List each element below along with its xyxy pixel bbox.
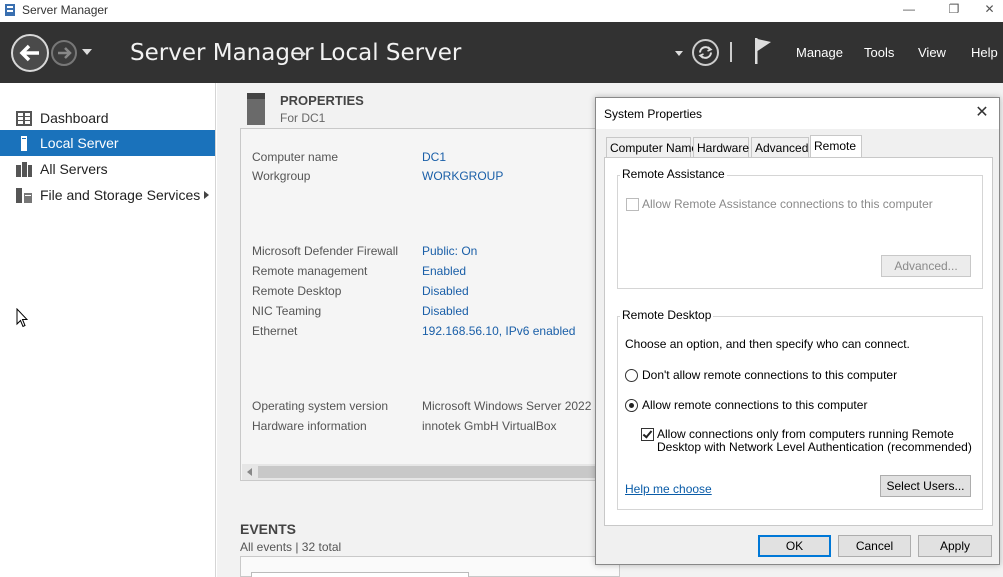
- server-manager-app-icon: [5, 4, 15, 16]
- sidebar-item-label: File and Storage Services: [40, 187, 201, 203]
- properties-panel: Computer name DC1 Workgroup WORKGROUP Mi…: [240, 128, 620, 481]
- sidebar-item-dashboard[interactable]: Dashboard: [0, 105, 215, 131]
- prop-value-remote-desktop[interactable]: Disabled: [422, 284, 469, 298]
- help-me-choose-link[interactable]: Help me choose: [625, 482, 712, 496]
- window-title: Server Manager: [22, 3, 109, 17]
- events-filter-input[interactable]: [251, 572, 469, 577]
- window-titlebar: Server Manager — ❐ ✕: [0, 0, 1003, 22]
- sidebar-item-local-server[interactable]: Local Server: [0, 130, 215, 156]
- sidebar-item-file-storage[interactable]: File and Storage Services: [0, 182, 215, 208]
- dialog-titlebar: System Properties ✕: [596, 98, 999, 129]
- refresh-button[interactable]: [692, 39, 719, 66]
- back-arrow-icon: [19, 44, 39, 62]
- scrollbar-thumb[interactable]: [258, 466, 598, 478]
- breadcrumb-app[interactable]: Server Manager: [130, 40, 314, 66]
- storage-icon: [16, 188, 32, 203]
- advanced-button[interactable]: Advanced...: [881, 255, 971, 277]
- breadcrumb-page: Local Server: [319, 40, 462, 66]
- properties-title: PROPERTIES: [280, 93, 364, 108]
- chevron-right-icon[interactable]: [204, 191, 209, 199]
- select-users-button[interactable]: Select Users...: [880, 475, 971, 497]
- sidebar-item-label: Local Server: [40, 135, 119, 151]
- restore-button[interactable]: ❐: [931, 0, 977, 20]
- horizontal-scrollbar[interactable]: [242, 464, 620, 480]
- events-subtitle: All events | 32 total: [240, 540, 342, 554]
- dashboard-icon: [16, 111, 32, 126]
- prop-value-computer-name[interactable]: DC1: [422, 150, 446, 164]
- apply-button[interactable]: Apply: [918, 535, 992, 557]
- header-dropdown-icon[interactable]: [675, 51, 683, 56]
- events-title: EVENTS: [240, 521, 297, 537]
- prop-label-nic-teaming: NIC Teaming: [252, 304, 322, 318]
- scroll-left-icon[interactable]: [247, 468, 252, 476]
- nla-checkbox[interactable]: [641, 428, 654, 441]
- tab-hardware[interactable]: Hardware: [693, 137, 749, 157]
- properties-server-icon: [247, 93, 265, 125]
- prop-label-ethernet: Ethernet: [252, 324, 298, 338]
- cancel-button[interactable]: Cancel: [838, 535, 911, 557]
- remote-assistance-title: Remote Assistance: [620, 167, 727, 181]
- radio-dont-allow[interactable]: [625, 369, 638, 382]
- ok-button[interactable]: OK: [758, 535, 831, 557]
- menu-view[interactable]: View: [918, 45, 946, 60]
- remote-desktop-instruction: Choose an option, and then specify who c…: [625, 337, 910, 351]
- breadcrumb-separator-icon: [301, 50, 306, 58]
- prop-value-os-version: Microsoft Windows Server 2022 S: [422, 399, 603, 413]
- nla-checkbox-label-line1[interactable]: Allow connections only from computers ru…: [657, 427, 954, 441]
- minimize-button[interactable]: —: [886, 0, 932, 20]
- sidebar-item-label: Dashboard: [40, 110, 109, 126]
- header-divider: [730, 42, 732, 62]
- sidebar: Dashboard Local Server All Servers File …: [0, 83, 216, 577]
- properties-subtitle: For DC1: [280, 111, 326, 125]
- radio-allow[interactable]: [625, 399, 638, 412]
- prop-value-nic-teaming[interactable]: Disabled: [422, 304, 469, 318]
- back-button[interactable]: [11, 34, 49, 72]
- window-close-button[interactable]: ✕: [976, 0, 1003, 20]
- server-icon: [21, 136, 27, 151]
- prop-label-os-version: Operating system version: [252, 399, 389, 413]
- prop-value-remote-management[interactable]: Enabled: [422, 264, 466, 278]
- tab-computer-name[interactable]: Computer Name: [606, 137, 698, 157]
- prop-value-firewall[interactable]: Public: On: [422, 244, 477, 258]
- tab-remote[interactable]: Remote: [810, 135, 862, 158]
- events-panel: [240, 556, 620, 577]
- history-dropdown-icon[interactable]: [82, 49, 92, 55]
- notifications-flag-icon[interactable]: [752, 37, 774, 65]
- prop-value-hardware: innotek GmbH VirtualBox: [422, 419, 557, 433]
- menu-help[interactable]: Help: [971, 45, 998, 60]
- prop-label-remote-desktop: Remote Desktop: [252, 284, 342, 298]
- tab-advanced[interactable]: Advanced: [751, 137, 809, 157]
- servers-icon: [16, 162, 32, 177]
- sidebar-item-all-servers[interactable]: All Servers: [0, 156, 215, 182]
- dialog-title: System Properties: [604, 107, 703, 121]
- prop-label-workgroup: Workgroup: [252, 169, 311, 183]
- prop-label-computer-name: Computer name: [252, 150, 339, 164]
- prop-label-firewall: Microsoft Defender Firewall: [252, 244, 399, 258]
- forward-button[interactable]: [51, 40, 77, 66]
- prop-value-workgroup[interactable]: WORKGROUP: [422, 169, 503, 183]
- app-header: Server Manager Local Server Manage Tools…: [0, 22, 1003, 83]
- remote-assistance-checkbox-label: Allow Remote Assistance connections to t…: [642, 197, 933, 211]
- radio-allow-label[interactable]: Allow remote connections to this compute…: [642, 398, 867, 412]
- radio-selected-dot: [629, 403, 634, 408]
- remote-tab-panel: Remote Assistance Allow Remote Assistanc…: [604, 157, 993, 526]
- menu-manage[interactable]: Manage: [796, 45, 843, 60]
- prop-value-ethernet[interactable]: 192.168.56.10, IPv6 enabled: [422, 324, 575, 338]
- nla-checkbox-label-line2[interactable]: Desktop with Network Level Authenticatio…: [657, 440, 972, 454]
- sidebar-item-label: All Servers: [40, 161, 108, 177]
- prop-label-remote-management: Remote management: [252, 264, 368, 278]
- radio-dont-allow-label[interactable]: Don't allow remote connections to this c…: [642, 368, 897, 382]
- menu-tools[interactable]: Tools: [864, 45, 894, 60]
- system-properties-dialog: System Properties ✕ Computer Name Hardwa…: [595, 97, 1000, 565]
- refresh-icon: [698, 46, 713, 59]
- remote-desktop-title: Remote Desktop: [620, 308, 714, 322]
- remote-assistance-checkbox[interactable]: [626, 198, 639, 211]
- checkmark-icon: [642, 428, 653, 439]
- forward-arrow-icon: [58, 47, 72, 59]
- dialog-close-button[interactable]: ✕: [972, 104, 992, 124]
- mouse-cursor-icon: [16, 308, 28, 328]
- prop-label-hardware: Hardware information: [252, 419, 367, 433]
